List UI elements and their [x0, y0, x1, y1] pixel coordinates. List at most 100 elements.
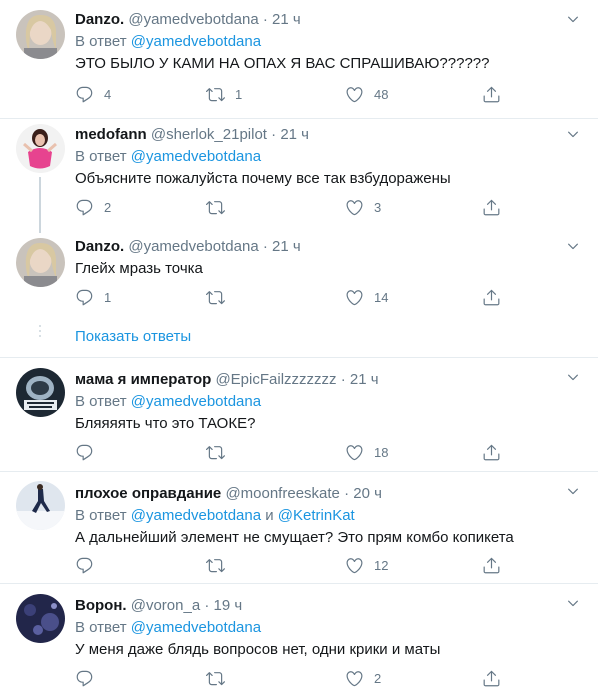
retweet-icon: [206, 85, 225, 104]
tweet[interactable]: Danzo. @yamedvebotdana · 21 ч Глейх мраз…: [0, 233, 598, 357]
retweet-icon: [206, 288, 225, 307]
show-replies-link[interactable]: Показать ответы: [75, 327, 191, 347]
user-handle[interactable]: @yamedvebotdana: [128, 11, 258, 28]
reply-icon: [75, 556, 94, 575]
caret-down-icon[interactable]: [566, 596, 580, 610]
display-name[interactable]: Ворон.: [75, 597, 127, 614]
user-handle[interactable]: @voron_a: [131, 597, 200, 614]
display-name[interactable]: Danzo.: [75, 238, 124, 255]
like-icon: [345, 556, 364, 575]
like-icon: [345, 288, 364, 307]
avatar[interactable]: [16, 124, 65, 173]
tweet-text: А дальнейший элемент не смущает? Это пря…: [75, 529, 514, 546]
tweet[interactable]: medofann @sherlok_21pilot · 21 ч В ответ…: [0, 119, 598, 233]
share-button[interactable]: [482, 668, 501, 688]
tweet-header: medofann @sherlok_21pilot · 21 ч: [75, 125, 586, 145]
mention-link[interactable]: @KetrinKat: [278, 507, 355, 524]
timestamp[interactable]: 21 ч: [272, 238, 301, 255]
caret-down-icon[interactable]: [566, 12, 580, 26]
mention-link[interactable]: @yamedvebotdana: [131, 148, 261, 165]
share-button[interactable]: [482, 555, 501, 575]
tweet[interactable]: Ворон. @voron_a · 19 ч В ответ @yamedveb…: [0, 584, 598, 693]
like-button[interactable]: 14: [345, 287, 388, 307]
reply-button[interactable]: 4: [75, 84, 111, 104]
caret-down-icon[interactable]: [566, 127, 580, 141]
mention-link[interactable]: @yamedvebotdana: [131, 33, 261, 50]
reply-button[interactable]: 1: [75, 287, 111, 307]
user-handle[interactable]: @yamedvebotdana: [128, 238, 258, 255]
separator-dot: ·: [271, 126, 277, 143]
reply-button[interactable]: 2: [75, 197, 111, 217]
retweet-icon: [206, 443, 225, 462]
retweet-button[interactable]: [206, 555, 235, 575]
reply-button[interactable]: [75, 442, 104, 462]
reply-count: 1: [104, 289, 112, 305]
reply-context: В ответ @yamedvebotdana: [75, 32, 586, 52]
avatar[interactable]: [16, 10, 65, 59]
retweet-icon: [206, 198, 225, 217]
retweet-button[interactable]: [206, 442, 235, 462]
like-icon: [345, 85, 364, 104]
timestamp[interactable]: 20 ч: [353, 485, 382, 502]
display-name[interactable]: Danzo.: [75, 11, 124, 28]
reply-button[interactable]: [75, 668, 104, 688]
mention-link[interactable]: @yamedvebotdana: [131, 619, 261, 636]
caret-down-icon[interactable]: [566, 484, 580, 498]
avatar[interactable]: [16, 594, 65, 643]
reply-icon: [75, 198, 94, 217]
avatar[interactable]: [16, 368, 65, 417]
tweet[interactable]: Danzo. @yamedvebotdana · 21 ч В ответ @y…: [0, 0, 598, 118]
share-button[interactable]: [482, 197, 501, 217]
thread-continuation-dots: [39, 325, 41, 340]
share-icon: [482, 669, 501, 688]
share-button[interactable]: [482, 84, 501, 104]
separator-dot: ·: [340, 371, 346, 388]
user-handle[interactable]: @EpicFailzzzzzzz: [215, 371, 336, 388]
timestamp[interactable]: 19 ч: [214, 597, 243, 614]
retweet-button[interactable]: 1: [206, 84, 242, 104]
reply-button[interactable]: [75, 555, 104, 575]
display-name[interactable]: мама я император: [75, 371, 211, 388]
tweet[interactable]: мама я император @EpicFailzzzzzzz · 21 ч…: [0, 358, 598, 471]
reply-icon: [75, 288, 94, 307]
caret-down-icon[interactable]: [566, 239, 580, 253]
avatar[interactable]: [16, 238, 65, 287]
avatar[interactable]: [16, 481, 65, 530]
like-button[interactable]: 12: [345, 555, 388, 575]
retweet-button[interactable]: [206, 197, 235, 217]
user-handle[interactable]: @sherlok_21pilot: [151, 126, 267, 143]
tweet-text: У меня даже блядь вопросов нет, одни кри…: [75, 641, 441, 658]
like-button[interactable]: 3: [345, 197, 381, 217]
and-label: и: [265, 507, 274, 524]
separator-dot: ·: [204, 597, 210, 614]
share-button[interactable]: [482, 442, 501, 462]
like-button[interactable]: 2: [345, 668, 381, 688]
reply-label: В ответ: [75, 507, 127, 524]
tweet[interactable]: плохое оправдание @moonfreeskate · 20 ч …: [0, 472, 598, 583]
share-icon: [482, 85, 501, 104]
retweet-button[interactable]: [206, 668, 235, 688]
timestamp[interactable]: 21 ч: [272, 11, 301, 28]
tweet-actions: 12: [75, 555, 495, 575]
reply-context: В ответ @yamedvebotdana: [75, 392, 586, 412]
share-button[interactable]: [482, 287, 501, 307]
like-button[interactable]: 48: [345, 84, 388, 104]
user-handle[interactable]: @moonfreeskate: [225, 485, 339, 502]
mention-link[interactable]: @yamedvebotdana: [131, 507, 261, 524]
share-icon: [482, 288, 501, 307]
timestamp[interactable]: 21 ч: [350, 371, 379, 388]
tweet-text: Бляяяять что это ТАОКЕ?: [75, 415, 256, 432]
reply-label: В ответ: [75, 148, 127, 165]
reply-context: В ответ @yamedvebotdana: [75, 147, 586, 167]
retweet-button[interactable]: [206, 287, 235, 307]
timestamp[interactable]: 21 ч: [280, 126, 309, 143]
mention-link[interactable]: @yamedvebotdana: [131, 393, 261, 410]
like-button[interactable]: 18: [345, 442, 388, 462]
tweet-header: Danzo. @yamedvebotdana · 21 ч: [75, 10, 586, 30]
like-icon: [345, 669, 364, 688]
retweet-icon: [206, 556, 225, 575]
display-name[interactable]: плохое оправдание: [75, 485, 221, 502]
caret-down-icon[interactable]: [566, 370, 580, 384]
tweet-text: ЭТО БЫЛО У КАМИ НА ОПАХ Я ВАС СПРАШИВАЮ?…: [75, 55, 490, 72]
display-name[interactable]: medofann: [75, 126, 147, 143]
